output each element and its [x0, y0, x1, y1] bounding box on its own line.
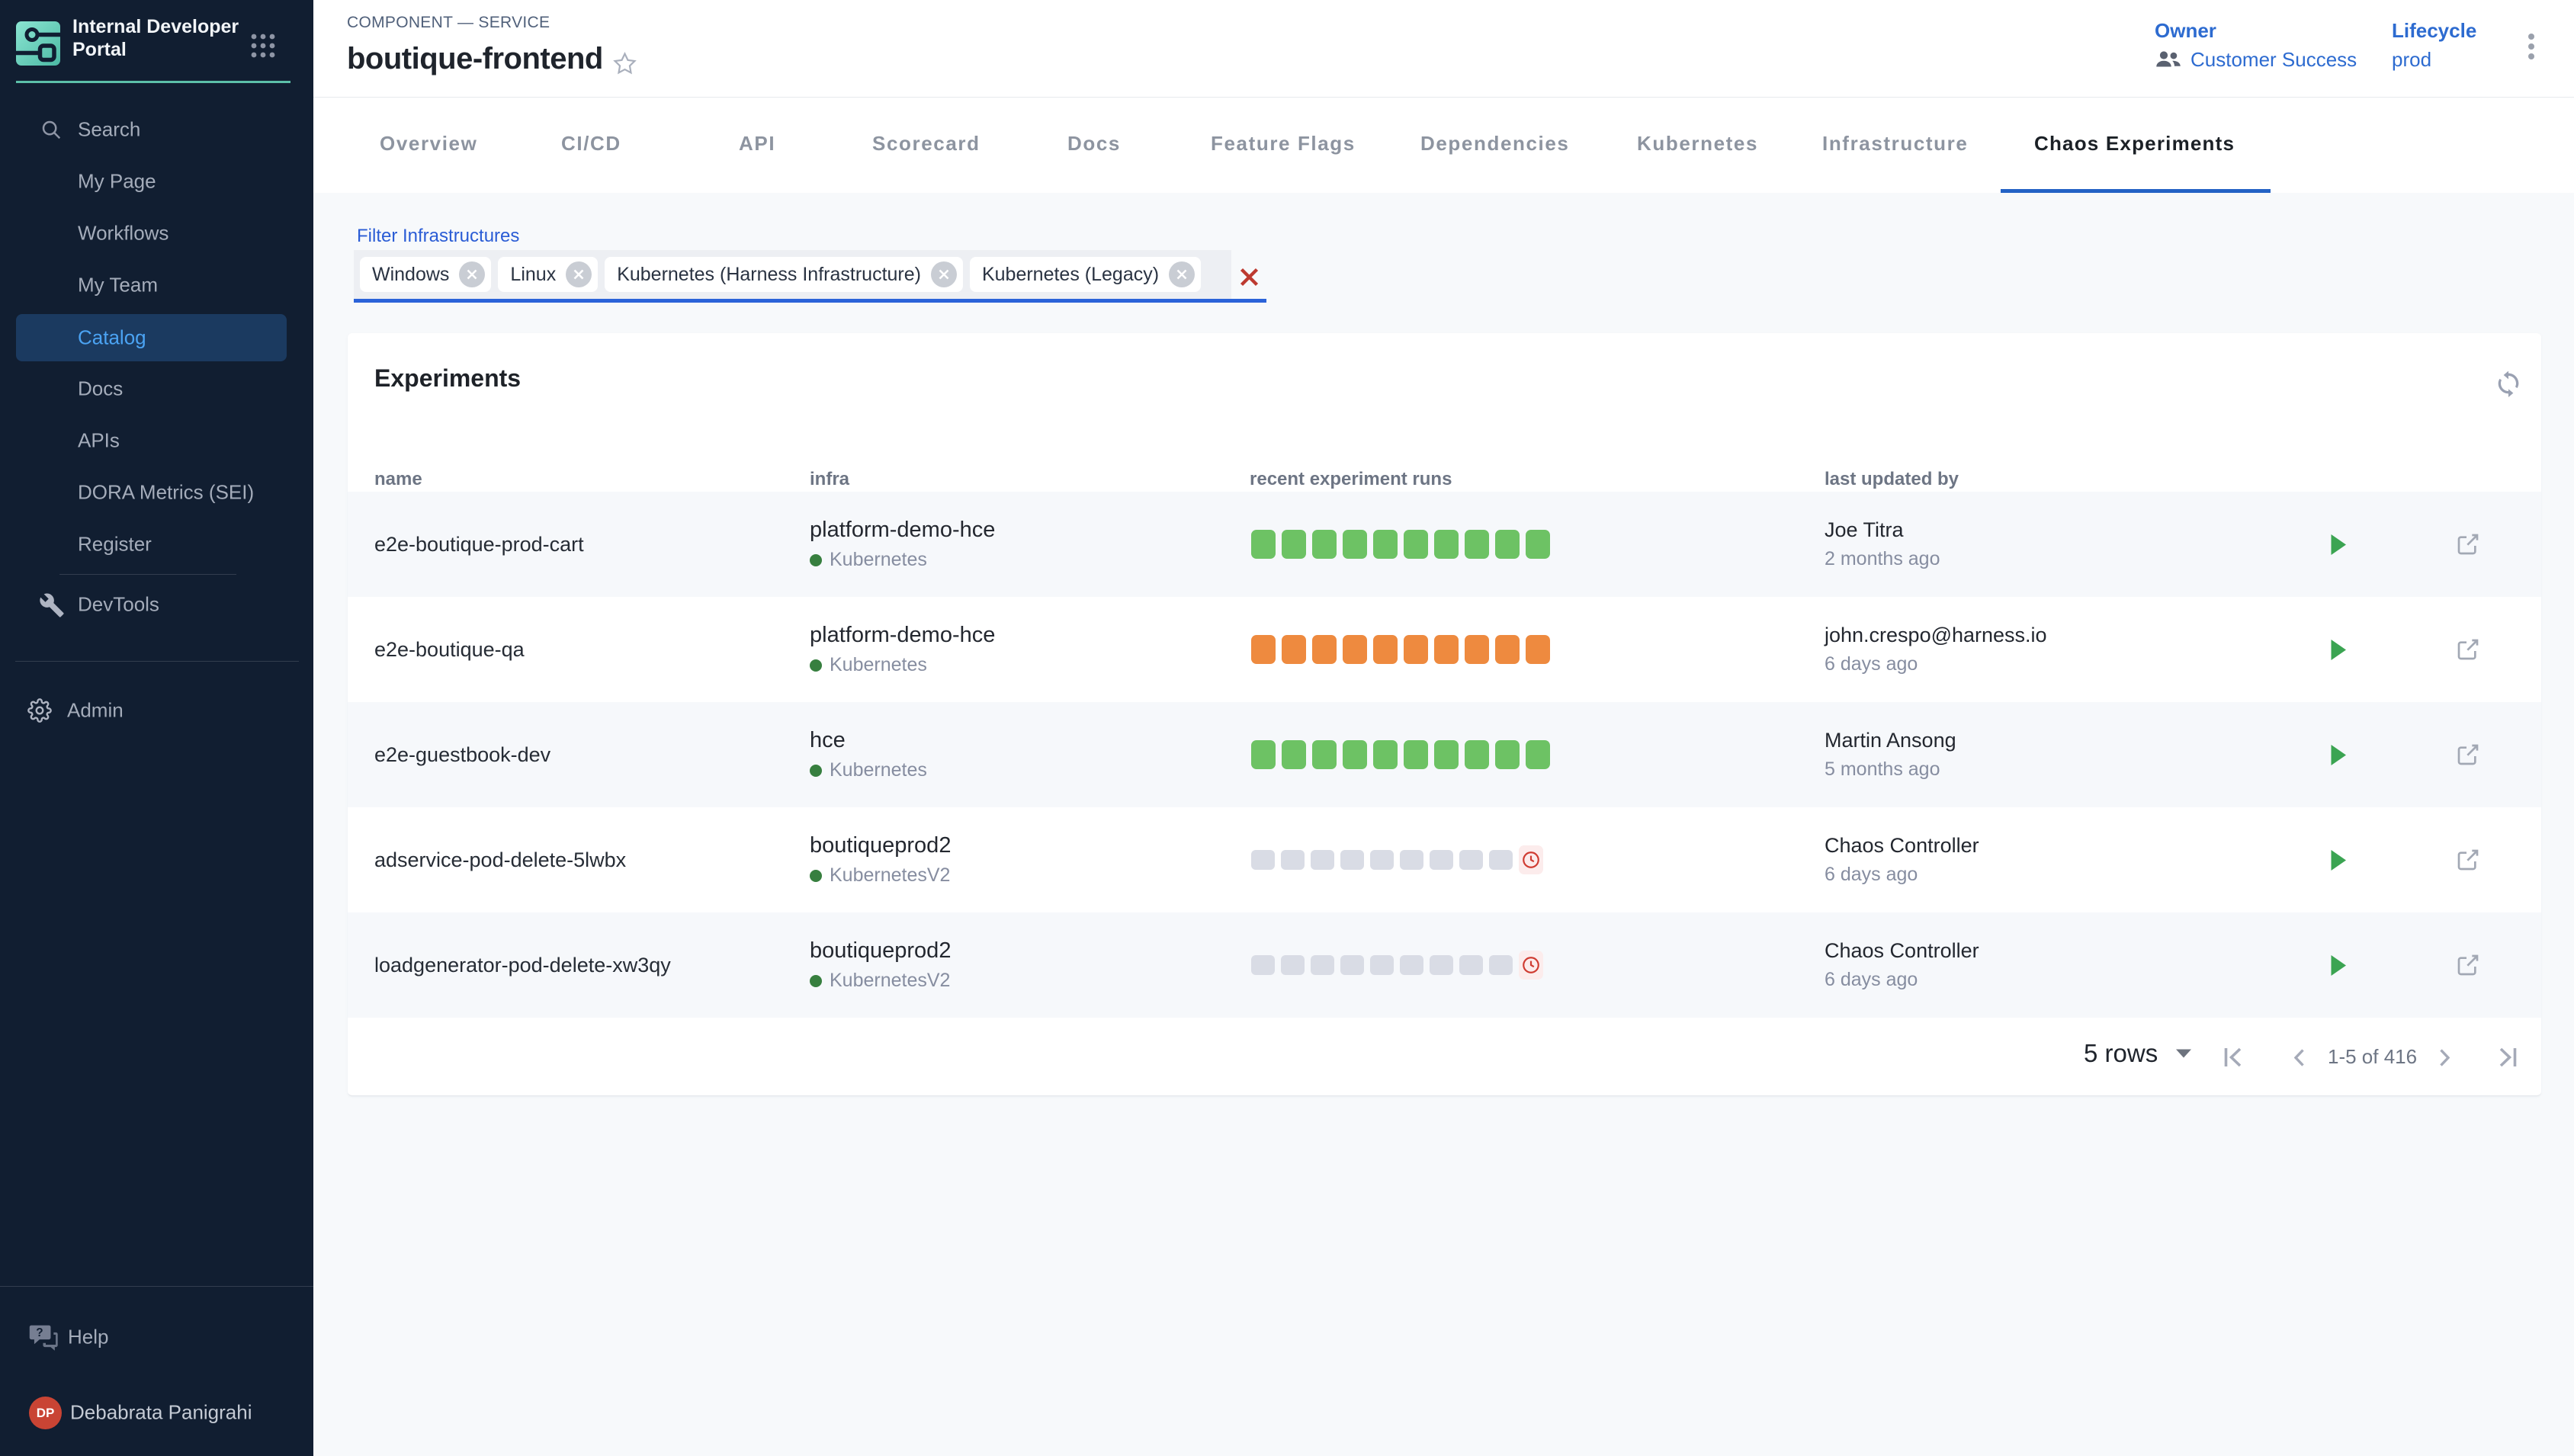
svg-text:?: ? [36, 1326, 43, 1339]
